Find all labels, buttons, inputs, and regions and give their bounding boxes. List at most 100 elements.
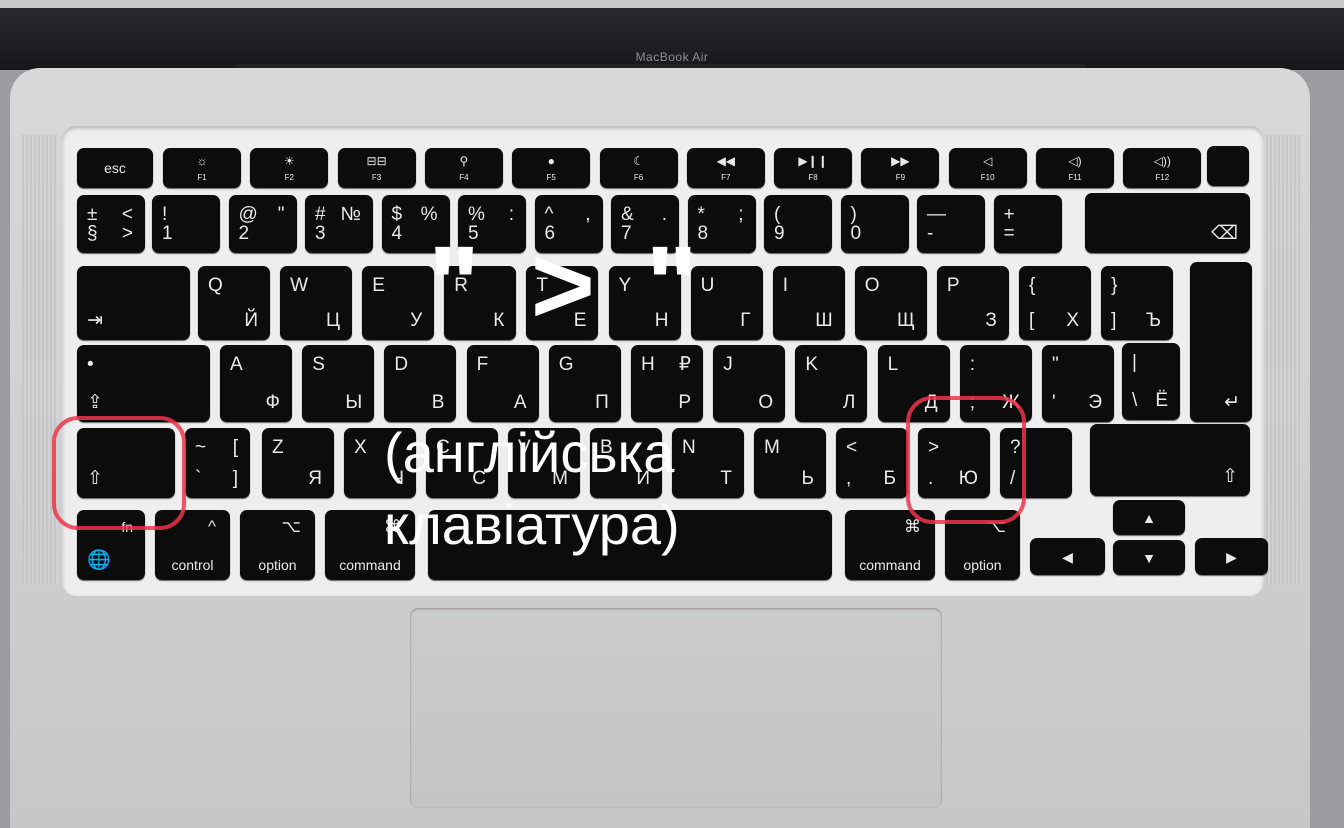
key-3-1-a[interactable]: AФ	[220, 345, 292, 422]
key-2-11-symbol[interactable]: {[Х	[1019, 266, 1091, 340]
key-0-12-f12[interactable]: ◁)) F12	[1123, 148, 1202, 188]
key-label-bl: §	[87, 223, 98, 244]
key-label-sub: F6	[633, 173, 644, 182]
key-label-sub: F7	[721, 173, 731, 182]
key-3-12-symbol[interactable]: | \ Ё	[1122, 343, 1180, 420]
key-label-br: ↵	[1224, 392, 1240, 413]
key-1-12-symbol[interactable]: + =	[993, 195, 1062, 253]
key-1-13-symbol[interactable]: ⌫	[1085, 193, 1250, 253]
key-4-9-symbol[interactable]: <, Б	[836, 428, 908, 498]
key-label-br: В	[431, 392, 445, 413]
key-label-mb: command	[859, 557, 921, 573]
key-0-6-f6[interactable]: ☾ F6	[599, 148, 678, 188]
key-0-5-f5[interactable]: ● F5	[512, 148, 591, 188]
key-label-tl: +	[1003, 204, 1015, 225]
key-label-bl: ]	[1111, 310, 1117, 331]
key-label-bl: 9	[774, 223, 785, 244]
key-0-11-f11[interactable]: ◁) F11	[1036, 148, 1114, 188]
key-label-mb: option	[258, 557, 297, 573]
key-label-br: Ё	[1155, 390, 1168, 411]
key-label-mb: control	[171, 557, 214, 573]
key-2-9-o[interactable]: OЩ	[854, 266, 927, 340]
key-1-3-symbol[interactable]: # № 3	[305, 195, 373, 253]
annotation-caption-line2: клавіатура)	[384, 493, 680, 556]
key-2-1-q[interactable]: QЙ	[198, 266, 270, 340]
key-label-tl: H	[641, 354, 655, 375]
key-5-2-option[interactable]: ⌥ option	[240, 510, 315, 580]
key-0-1-f1[interactable]: ☼ F1	[163, 148, 241, 188]
key-1-0-symbol[interactable]: ± < § >	[77, 195, 145, 253]
key-2-3-e[interactable]: EУ	[362, 266, 435, 340]
key-4-8-m[interactable]: MЬ	[754, 428, 826, 498]
speaker-grille-left	[22, 135, 58, 585]
key-1-9-symbol[interactable]: (9	[764, 195, 832, 253]
key-label-tl: K	[805, 354, 819, 375]
key-label-bl: '	[1052, 392, 1056, 413]
key-0-10-f10[interactable]: ◁ F10	[948, 148, 1027, 188]
key-label-tl: P	[946, 275, 960, 296]
key-0-0-esc[interactable]: esc	[77, 148, 153, 188]
key-5-8-symbol[interactable]: ▲	[1113, 500, 1185, 535]
key-5-7-symbol[interactable]: ◀	[1030, 538, 1105, 575]
key-3-8-k[interactable]: KЛ	[795, 345, 868, 422]
key-3-11-symbol[interactable]: " ' Э	[1042, 345, 1114, 422]
key-3-0-symbol[interactable]: • ⇪	[77, 345, 210, 422]
key-4-1-symbol[interactable]: ~ [`]	[185, 428, 250, 498]
key-label-br: ⌫	[1211, 223, 1238, 244]
brand-label: MacBook Air	[635, 50, 709, 64]
key-label-bl: 0	[850, 223, 862, 244]
key-label-c: ◀	[1062, 548, 1073, 565]
key-1-1-symbol[interactable]: ! 1	[152, 195, 220, 253]
key-label-br: Ц	[326, 310, 341, 331]
key-label-tl: L	[887, 354, 899, 375]
key-2-13-symbol[interactable]: ↵	[1190, 262, 1252, 422]
trackpad[interactable]	[410, 608, 942, 808]
key-label-tr: ₽	[678, 354, 691, 375]
screen-edge	[0, 0, 1344, 8]
key-0-3-f3[interactable]: ⊟⊟ F3	[337, 148, 416, 188]
key-3-6-h[interactable]: H ₽ Р	[631, 345, 703, 422]
key-0-7-f7[interactable]: ◀◀ F7	[686, 148, 765, 188]
key-4-12-symbol[interactable]: ⇧	[1090, 424, 1250, 496]
key-label-tl: ~	[195, 437, 207, 458]
key-0-2-f2[interactable]: ☀ F2	[250, 148, 329, 188]
key-3-4-f[interactable]: FА	[466, 345, 539, 422]
key-label-bl: \	[1132, 390, 1138, 411]
key-5-10-symbol[interactable]: ▶	[1195, 538, 1268, 575]
key-5-9-symbol[interactable]: ▼	[1113, 540, 1185, 575]
function-key-icon: ◁))	[1153, 154, 1171, 168]
key-0-9-f9[interactable]: ▶▶ F9	[861, 148, 940, 188]
key-2-0-symbol[interactable]: ⇥	[77, 266, 190, 340]
key-label-sub: F9	[895, 173, 906, 182]
key-label-tl: $	[391, 204, 403, 225]
key-label-tl: }	[1111, 275, 1118, 296]
key-2-12-symbol[interactable]: }] Ъ	[1101, 266, 1174, 340]
key-3-3-d[interactable]: DВ	[384, 345, 457, 422]
key-1-10-symbol[interactable]: ) 0	[840, 195, 909, 253]
key-label-tl: G	[558, 354, 574, 375]
key-label-br: А	[513, 392, 527, 413]
key-2-8-i[interactable]: IШ	[772, 266, 845, 340]
key-label-br: З	[985, 310, 997, 331]
key-label-bl: 1	[162, 223, 173, 244]
function-key-icon: ☾	[633, 154, 644, 168]
key-0-4-f4[interactable]: ⚲ F4	[424, 148, 503, 188]
key-label-sub: F8	[808, 173, 818, 182]
key-1-2-symbol[interactable]: @ " 2	[228, 195, 297, 253]
key-0-8-f8[interactable]: ▶❙❙ F8	[774, 148, 853, 188]
key-3-5-g[interactable]: GП	[548, 345, 621, 422]
key-3-7-j[interactable]: JО	[713, 345, 786, 422]
key-1-11-symbol[interactable]: — -	[917, 195, 985, 253]
key-2-2-w[interactable]: WЦ	[280, 266, 353, 340]
key-label-br: >	[121, 223, 133, 244]
key-4-2-z[interactable]: ZЯ	[262, 428, 334, 498]
key-4-7-n[interactable]: NТ	[672, 428, 744, 498]
key-2-10-p[interactable]: PЗ	[936, 266, 1009, 340]
key-label-bl: -	[927, 223, 934, 244]
key-label-c: ▲	[1142, 509, 1156, 526]
function-key-icon: ▶❙❙	[798, 154, 828, 168]
key-3-2-s[interactable]: SЫ	[302, 345, 375, 422]
key-0-13-blank[interactable]	[1207, 146, 1249, 186]
key-label-tl: J	[723, 354, 733, 375]
key-label-tl: )	[850, 204, 857, 225]
